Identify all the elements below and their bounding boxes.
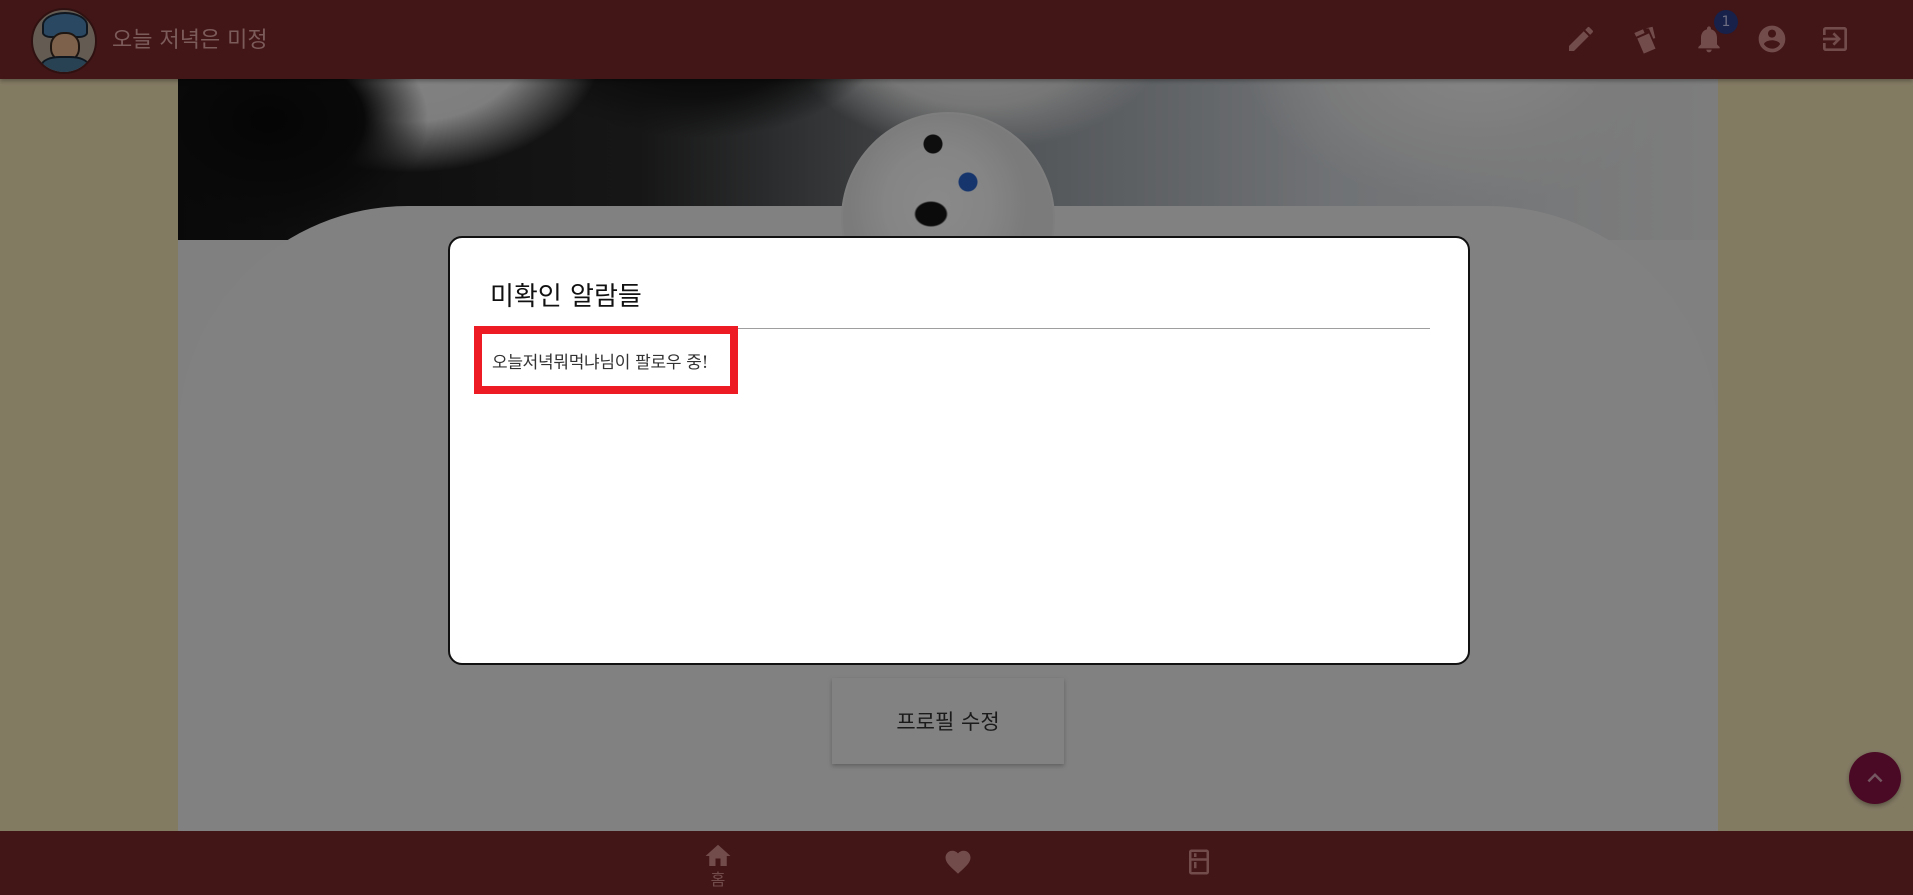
dialog-title: 미확인 알람들 [490,282,642,312]
notification-text: 오늘저녁뭐먹냐님이 팔로우 중! [492,352,709,373]
notification-item[interactable]: 오늘저녁뭐먹냐님이 팔로우 중! [474,326,738,394]
unread-notifications-dialog: 미확인 알람들 오늘저녁뭐먹냐님이 팔로우 중! [448,236,1470,665]
